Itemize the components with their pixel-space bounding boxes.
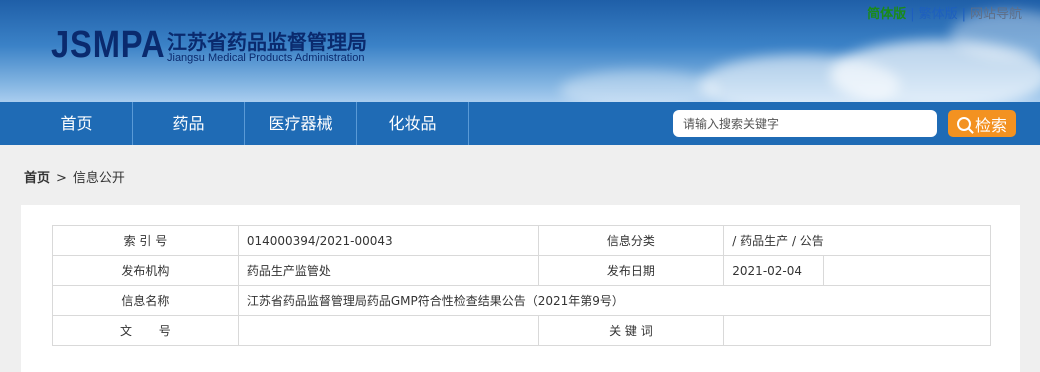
info-table: 索 引 号 014000394/2021-00043 信息分类 / 药品生产 /… xyxy=(52,225,992,346)
nav-item-home[interactable]: 首页 xyxy=(21,102,132,145)
publisher-label: 发布机构 xyxy=(52,255,239,286)
nav-item-devices[interactable]: 医疗器械 xyxy=(245,102,356,145)
simplified-link[interactable]: 简体版 xyxy=(867,3,906,22)
separator: | xyxy=(910,7,915,22)
name-value: 江苏省药品监督管理局药品GMP符合性检查结果公告（2021年第9号） xyxy=(237,285,992,316)
breadcrumb: 首页 > 信息公开 xyxy=(24,167,125,186)
nav-divider xyxy=(468,102,469,145)
search-button-label: 检索 xyxy=(974,115,1007,135)
site-logo[interactable]: JSMPA xyxy=(51,24,165,67)
search-button[interactable]: 检索 xyxy=(948,110,1016,137)
name-label: 信息名称 xyxy=(52,285,239,316)
doc-no-label: 文 号 xyxy=(52,315,239,346)
doc-no-value xyxy=(237,315,539,346)
breadcrumb-current[interactable]: 信息公开 xyxy=(73,171,125,186)
date-label: 发布日期 xyxy=(537,255,725,286)
search-input[interactable] xyxy=(673,110,937,137)
language-links: 简体版 | 繁体版 | 网站导航 xyxy=(867,3,1022,22)
keywords-value xyxy=(723,315,991,346)
nav-item-cosmetics[interactable]: 化妆品 xyxy=(357,102,468,145)
breadcrumb-home[interactable]: 首页 xyxy=(24,171,50,186)
site-title: 江苏省药品监督管理局 xyxy=(167,30,367,54)
site-nav-link[interactable]: 网站导航 xyxy=(970,3,1022,22)
site-subtitle: Jiangsu Medical Products Administration xyxy=(167,52,365,64)
site-header: JSMPA 江苏省药品监督管理局 Jiangsu Medical Product… xyxy=(0,0,1040,102)
main-nav: 首页 药品 医疗器械 化妆品 检索 xyxy=(0,102,1040,145)
empty-cell xyxy=(823,255,991,286)
category-label: 信息分类 xyxy=(537,225,725,256)
table-row: 信息名称 江苏省药品监督管理局药品GMP符合性检查结果公告（2021年第9号） xyxy=(52,285,992,316)
index-label: 索 引 号 xyxy=(52,225,239,256)
table-row: 文 号 关 键 词 xyxy=(52,315,991,346)
search-icon xyxy=(956,116,971,131)
date-value: 2021-02-04 xyxy=(723,255,825,286)
index-value: 014000394/2021-00043 xyxy=(237,225,539,256)
category-value: / 药品生产 / 公告 xyxy=(723,225,991,256)
nav-item-drugs[interactable]: 药品 xyxy=(133,102,244,145)
breadcrumb-arrow: > xyxy=(56,171,67,186)
table-row: 索 引 号 014000394/2021-00043 信息分类 / 药品生产 /… xyxy=(52,225,991,256)
publisher-value: 药品生产监管处 xyxy=(237,255,539,286)
header-cloud xyxy=(560,70,720,102)
keywords-label: 关 键 词 xyxy=(537,315,725,346)
traditional-link[interactable]: 繁体版 xyxy=(919,3,958,22)
table-row: 发布机构 药品生产监管处 发布日期 2021-02-04 xyxy=(52,255,991,286)
separator: | xyxy=(961,7,966,22)
